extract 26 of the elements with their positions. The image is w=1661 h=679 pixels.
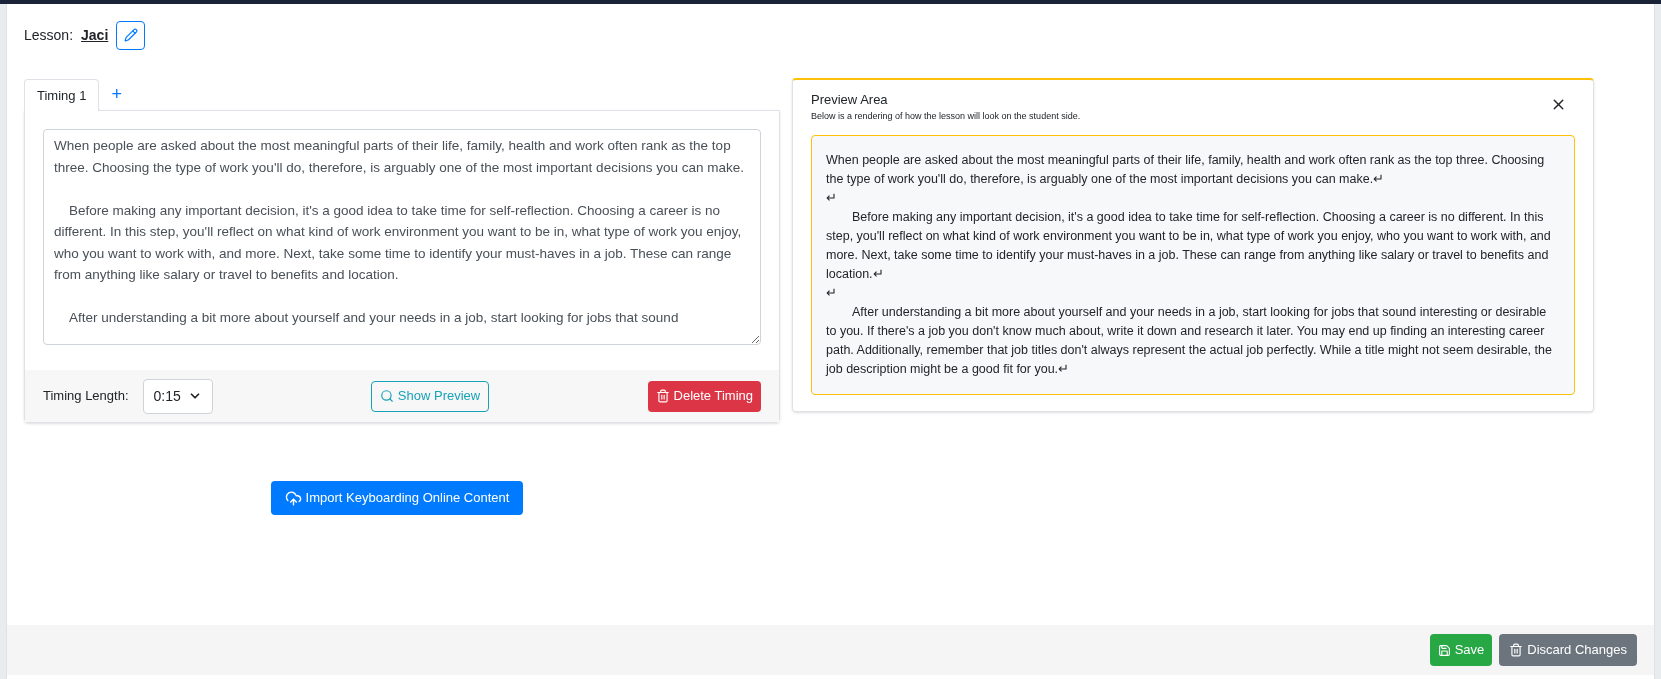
- cloud-upload-icon: [284, 489, 302, 507]
- edit-button[interactable]: [116, 20, 146, 50]
- import-content-button[interactable]: Import Keyboarding Online Content: [270, 481, 524, 515]
- trash-icon: [655, 389, 670, 403]
- delete-timing-button[interactable]: Delete Timing: [647, 380, 761, 412]
- preview-paragraph: After understanding a bit more about yourself and your needs in a job, start looking for jobs that sound interesting or desirable to you. If there's a job you don't know much about, write it down and research it later. You may end up finding an interesting career path. Additionally, remember that job titles don't always represent the actual job perfectly. While a title might not seem desirable, the job description might be a good fit for you.↵: [826, 304, 1553, 378]
- timing-length-label: Timing Length:: [43, 387, 129, 406]
- save-icon: [1437, 643, 1451, 657]
- preview-paragraph: Before making any important decision, it's a good idea to take time for self-reflection. Choosing a career is no different. In this step, you'll reflect on what kind of work environment you want to be in, what type of work you enjoy, who you want to work with, and more. Next, take some time to identify your must-haves in a job. These can range from anything like salary or travel to benefits and location.↵: [826, 209, 1552, 283]
- trash-icon: [1509, 643, 1524, 657]
- preview-paragraph: When people are asked about the most meaningful parts of their life, family, health and work often rank as the top three. Choosing the type of work you'll do, therefore, is arguably one of the most important decisions you can make.↵: [826, 152, 1546, 188]
- timing-length-select[interactable]: 0:15: [142, 378, 213, 414]
- preview-paragraph: ↵: [826, 285, 838, 302]
- preview-paragraph: ↵: [826, 190, 838, 207]
- lesson-label: Lesson:: [24, 25, 74, 45]
- preview-title: Preview Area: [811, 91, 889, 109]
- discard-changes-button[interactable]: Discard Changes: [1499, 634, 1637, 666]
- lesson-text-field[interactable]: When people are asked about the most meaningful parts of their life, family, health and work often rank as the top three. Choosing the type of work you'll do, therefore, is arguably one of the most important decisions you can make. Before making any important decision, it's a good idea to take time for self-reflection. Choosing a career is no different. In this step, you'll reflect on what kind of work environment you want to be in, what type of work you enjoy, who you want to work with, and more. Next, take some time to identify your must-haves in a job. These can range from anything like salary or travel to benefits and location. After understanding a bit more about yourself and your needs in a job, start looking for jobs that sound: [43, 129, 761, 345]
- timing-tab[interactable]: Timing 1: [24, 79, 100, 111]
- add-tab-button[interactable]: +: [99, 78, 134, 110]
- lesson-name: Jaci: [81, 25, 109, 45]
- pencil-icon: [123, 28, 138, 42]
- preview-subtitle: Below is a rendering of how the lesson will look on the student side.: [811, 109, 1081, 123]
- search-icon: [379, 389, 394, 403]
- show-preview-button[interactable]: Show Preview: [370, 380, 490, 412]
- save-button[interactable]: Save: [1429, 634, 1493, 666]
